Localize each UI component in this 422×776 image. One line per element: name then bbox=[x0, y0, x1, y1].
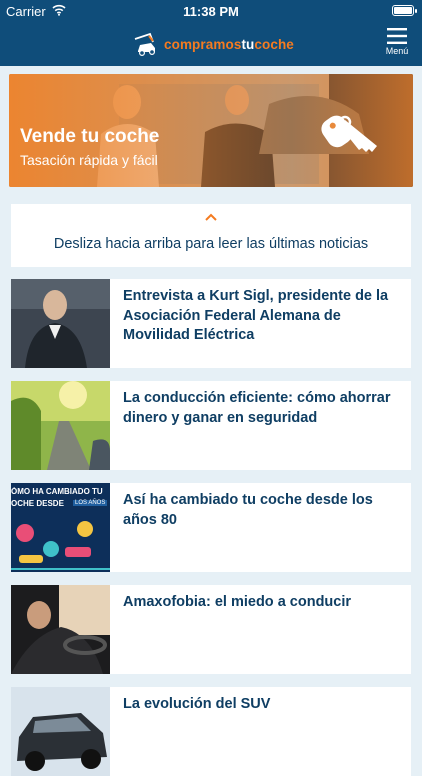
sell-car-banner[interactable]: Vende tu coche Tasación rápida y fácil bbox=[9, 74, 413, 187]
app-logo[interactable]: compramostucoche bbox=[132, 28, 294, 60]
news-thumb-driver bbox=[11, 585, 110, 674]
chevron-up-icon[interactable] bbox=[204, 212, 218, 222]
news-title: Así ha cambiado tu coche desde los años … bbox=[123, 492, 373, 528]
clock: 11:38 PM bbox=[183, 4, 239, 19]
hero-subtitle: Tasación rápida y fácil bbox=[20, 152, 158, 168]
infographic-art bbox=[11, 521, 110, 570]
news-item-conduccion-eficiente[interactable]: La conducción eficiente: cómo ahorrar di… bbox=[11, 381, 411, 470]
news-item-amaxofobia[interactable]: Amaxofobia: el miedo a conducir bbox=[11, 585, 411, 674]
news-thumb-infographic: ÓMO HA CAMBIADO TU OCHE DESDE LOS AÑOS bbox=[11, 483, 110, 572]
news-item-cambiado-tu-coche[interactable]: ÓMO HA CAMBIADO TU OCHE DESDE LOS AÑOS A… bbox=[11, 483, 411, 572]
thumb-caption-1: ÓMO HA CAMBIADO TU bbox=[11, 487, 103, 496]
news-title: Amaxofobia: el miedo a conducir bbox=[123, 594, 352, 610]
news-item-evolucion-suv[interactable]: La evolución del SUV bbox=[11, 687, 411, 776]
menu-button[interactable]: Menú bbox=[382, 26, 412, 62]
hamburger-menu-icon bbox=[387, 28, 407, 44]
news-thumb-road bbox=[11, 381, 110, 470]
news-title: Entrevista a Kurt Sigl, presidente de la… bbox=[123, 288, 389, 343]
keys-icon bbox=[321, 115, 377, 152]
news-thumb-interview bbox=[11, 279, 110, 368]
car-crane-icon bbox=[134, 32, 156, 57]
feed-hint-card[interactable]: Desliza hacia arriba para leer las últim… bbox=[11, 204, 411, 267]
news-item-kurt-sigl[interactable]: Entrevista a Kurt Sigl, presidente de la… bbox=[11, 279, 411, 368]
news-thumb-suv bbox=[11, 687, 110, 776]
hero-title: Vende tu coche bbox=[20, 126, 160, 147]
app-header: compramostucoche Menú bbox=[0, 22, 422, 66]
menu-label: Menú bbox=[385, 46, 409, 56]
thumb-caption-2: OCHE DESDE bbox=[11, 499, 64, 508]
logo-text: compramostucoche bbox=[164, 36, 294, 52]
status-bar: Carrier 11:38 PM bbox=[0, 0, 422, 22]
feed-hint-text: Desliza hacia arriba para leer las últim… bbox=[53, 236, 369, 252]
battery-icon bbox=[392, 5, 417, 16]
thumb-caption-3: LOS AÑOS bbox=[73, 500, 108, 506]
news-title: La conducción eficiente: cómo ahorrar di… bbox=[123, 390, 391, 426]
news-title: La evolución del SUV bbox=[123, 696, 271, 712]
